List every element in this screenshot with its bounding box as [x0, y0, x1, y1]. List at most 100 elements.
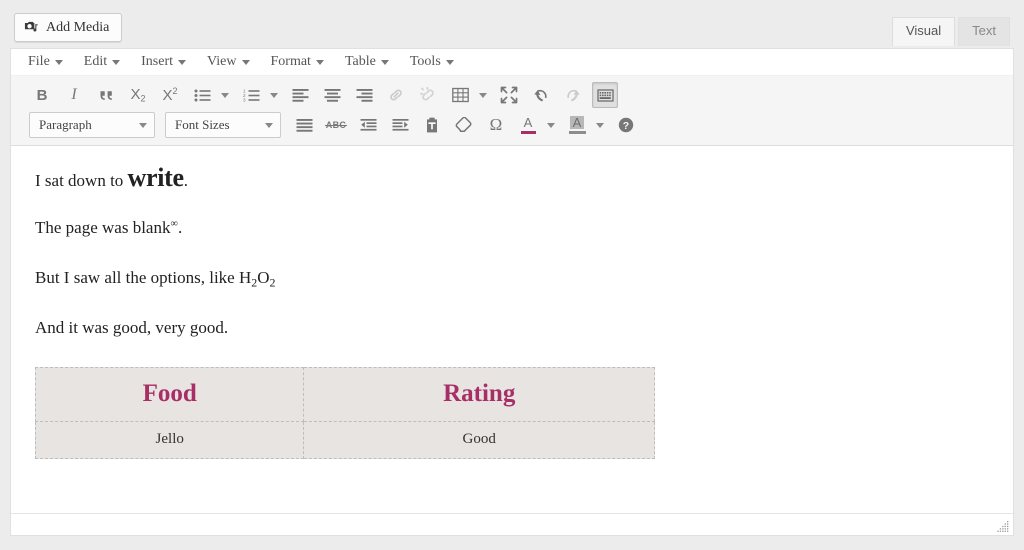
menu-file[interactable]: File: [28, 54, 63, 70]
menu-insert-label: Insert: [141, 54, 174, 69]
paragraph-2-superscript: ∞: [170, 218, 178, 230]
undo-button[interactable]: [528, 82, 554, 108]
fullscreen-button[interactable]: [496, 82, 522, 108]
justify-icon: [296, 119, 312, 132]
menu-tools-label: Tools: [409, 54, 441, 69]
paragraph-3-text: But I saw all the options, like H: [35, 268, 252, 288]
outdent-button[interactable]: [355, 112, 381, 138]
editor-menubar: File Edit Insert View Format Table Tools: [11, 49, 1013, 76]
table-cell-food-value[interactable]: Jello: [34, 421, 305, 460]
text-color-icon: A: [520, 116, 536, 134]
table-cell-rating-value[interactable]: Good: [303, 421, 655, 460]
editor-toolbars: B I X2 X2 1 2 3 Paragraph Font Sizes Ω A…: [11, 76, 1013, 146]
table-icon: [451, 87, 469, 103]
undo-icon: [534, 89, 547, 101]
strikethrough-button[interactable]: ABC: [323, 112, 349, 138]
special-character-button[interactable]: Ω: [483, 112, 509, 138]
bold-button[interactable]: B: [29, 82, 55, 108]
paragraph-format-value: Paragraph: [39, 117, 92, 132]
menu-table-label: Table: [344, 54, 376, 69]
bullet-list-button[interactable]: [189, 82, 215, 108]
chevron-down-icon: [445, 59, 454, 65]
menu-view[interactable]: View: [207, 54, 250, 70]
omega-icon: Ω: [489, 115, 503, 134]
background-color-dropdown[interactable]: [593, 112, 607, 138]
camera-media-icon: [24, 20, 39, 35]
indent-button[interactable]: [387, 112, 413, 138]
subscript-button[interactable]: X2: [125, 82, 151, 108]
background-color-button[interactable]: A: [564, 112, 590, 138]
superscript-icon: X2: [162, 86, 178, 104]
svg-text:3: 3: [243, 97, 246, 102]
chevron-down-icon: [270, 92, 278, 98]
menu-edit[interactable]: Edit: [84, 54, 121, 70]
blockquote-button[interactable]: [93, 82, 119, 108]
align-right-button[interactable]: [351, 82, 377, 108]
outdent-icon: [360, 119, 376, 131]
keyboard-shortcuts-button[interactable]: ?: [613, 112, 639, 138]
content-paragraph-2: The page was blank∞.: [35, 217, 989, 240]
editor-statusbar: [11, 513, 1013, 535]
editor-mode-tabs: Visual Text: [889, 17, 1010, 46]
justify-button[interactable]: [291, 112, 317, 138]
chevron-down-icon: [221, 92, 229, 98]
align-center-button[interactable]: [319, 82, 345, 108]
menu-view-label: View: [207, 54, 237, 69]
align-center-icon: [324, 89, 340, 102]
chevron-down-icon: [54, 59, 63, 65]
table-header-cell-food[interactable]: Food: [34, 367, 305, 423]
table-header-cell-rating[interactable]: Rating: [303, 367, 655, 423]
font-size-select[interactable]: Font Sizes: [165, 112, 281, 138]
toolbar-row-1: B I X2 X2 1 2 3: [11, 80, 1013, 110]
strikethrough-icon: ABC: [324, 120, 348, 130]
redo-button[interactable]: [560, 82, 586, 108]
redo-icon: [567, 89, 580, 101]
numbered-list-button[interactable]: 1 2 3: [238, 82, 264, 108]
paragraph-3-text-mid: O: [257, 268, 270, 288]
remove-link-button[interactable]: [415, 82, 441, 108]
italic-button[interactable]: I: [61, 82, 87, 108]
fullscreen-icon: [500, 86, 518, 104]
bullet-list-icon: [194, 89, 210, 101]
tinymce-editor-frame: File Edit Insert View Format Table Tools…: [10, 48, 1014, 536]
tab-visual[interactable]: Visual: [891, 17, 956, 46]
paragraph-2-text: The page was blank: [35, 218, 171, 238]
keyboard-icon: [596, 88, 614, 102]
menu-format[interactable]: Format: [271, 54, 324, 70]
text-color-dropdown[interactable]: [544, 112, 558, 138]
svg-text:?: ?: [623, 120, 629, 132]
unlink-icon: [419, 86, 434, 101]
chevron-down-icon: [112, 59, 121, 65]
chevron-down-icon: [241, 59, 250, 65]
bold-icon: B: [36, 86, 48, 104]
paragraph-format-select[interactable]: Paragraph: [29, 112, 155, 138]
paste-as-text-button[interactable]: [419, 112, 445, 138]
text-color-button[interactable]: A: [515, 112, 541, 138]
tab-visual-label: Visual: [905, 23, 942, 38]
align-left-icon: [292, 89, 308, 102]
table-button[interactable]: [447, 82, 473, 108]
editor-topbar: Add Media Visual Text: [0, 0, 1024, 48]
editor-content-area[interactable]: I sat down to write. The page was blank∞…: [11, 146, 1013, 516]
superscript-button[interactable]: X2: [157, 82, 183, 108]
paragraph-1-bold-word: write: [127, 163, 185, 192]
tab-text[interactable]: Text: [958, 17, 1010, 46]
toolbar-row-2: Paragraph Font Sizes Ω A A ?: [11, 110, 1013, 140]
clear-formatting-button[interactable]: [451, 112, 477, 138]
insert-link-button[interactable]: [383, 82, 409, 108]
menu-table[interactable]: Table: [345, 54, 389, 70]
chevron-down-icon: [178, 59, 187, 65]
menu-tools[interactable]: Tools: [410, 54, 454, 70]
toggle-toolbar-button[interactable]: [592, 82, 618, 108]
resize-grip-icon[interactable]: [996, 519, 1010, 533]
content-table[interactable]: Food Rating Jello Good: [34, 367, 655, 460]
italic-icon: I: [71, 86, 77, 103]
add-media-button[interactable]: Add Media: [14, 13, 123, 42]
table-dropdown[interactable]: [476, 82, 490, 108]
align-left-button[interactable]: [287, 82, 313, 108]
bullet-list-dropdown[interactable]: [218, 82, 232, 108]
chevron-down-icon: [139, 122, 147, 128]
numbered-list-dropdown[interactable]: [267, 82, 281, 108]
clipboard-icon: [427, 117, 437, 132]
menu-insert[interactable]: Insert: [141, 54, 187, 70]
